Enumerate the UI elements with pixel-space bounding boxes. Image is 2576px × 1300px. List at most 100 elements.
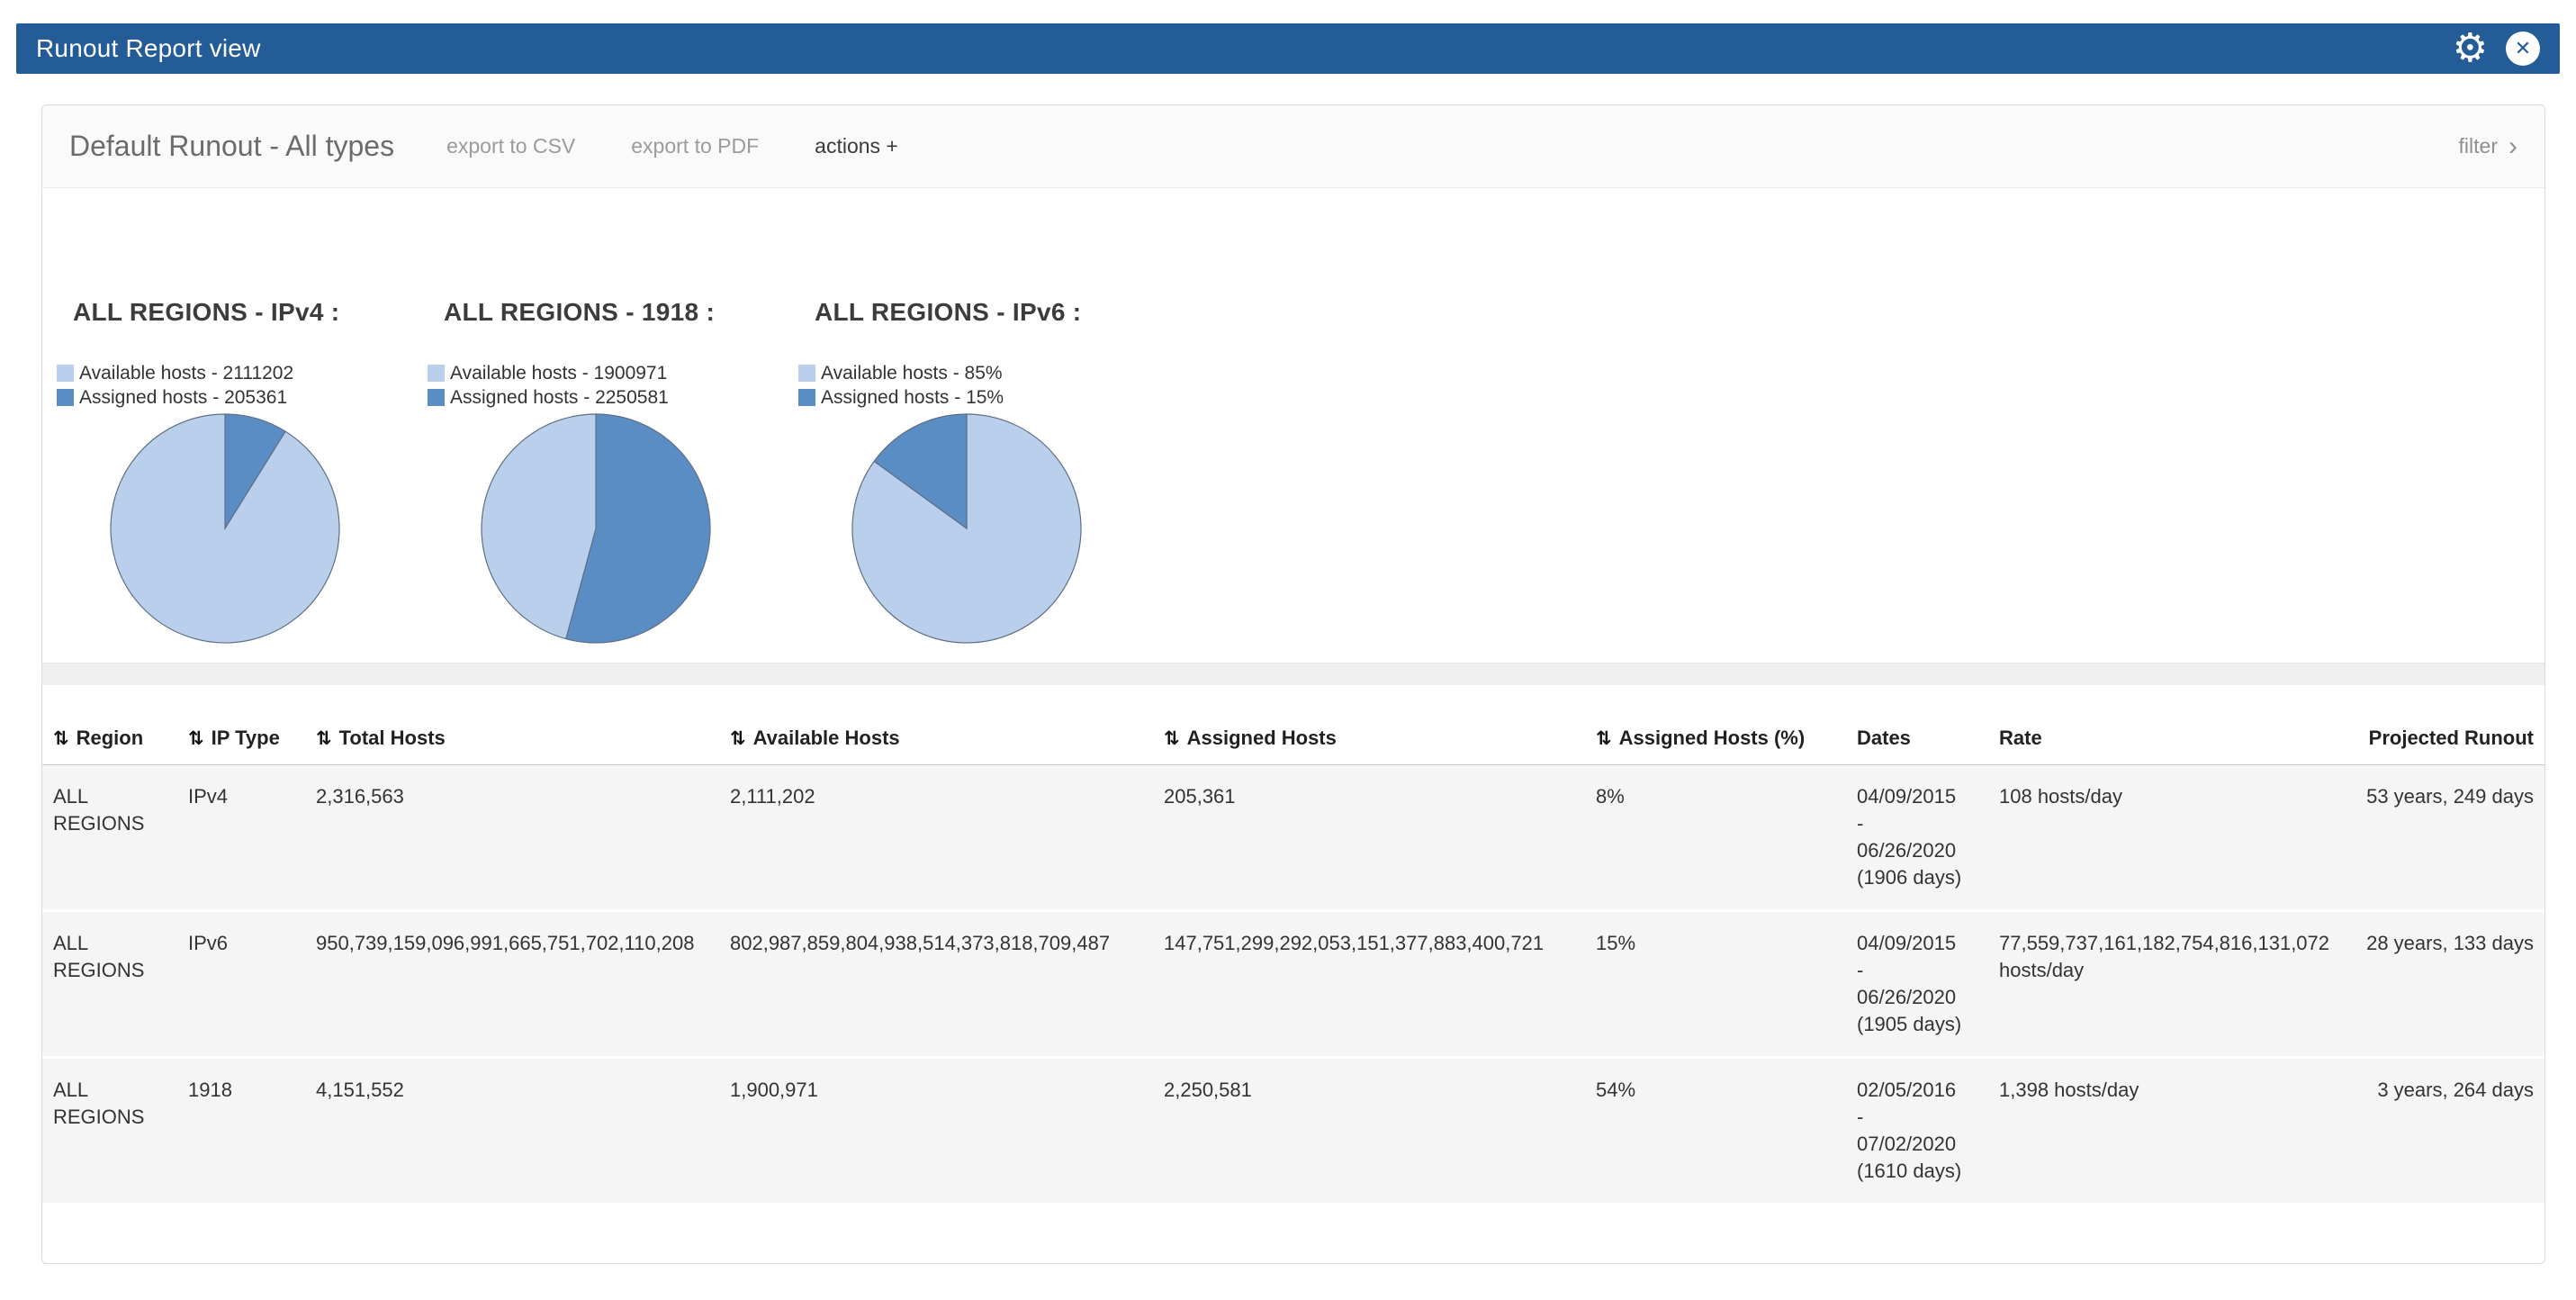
- table-header-row: ⇅ Region ⇅ IP Type ⇅ Total Hosts ⇅ Available…: [42, 716, 2544, 765]
- export-csv-link[interactable]: export to CSV: [446, 134, 575, 158]
- column-header-dates: Dates: [1846, 716, 1988, 765]
- filter-toggle[interactable]: filter ›: [2459, 133, 2517, 160]
- legend-item: Assigned hosts - 2250581: [428, 385, 798, 410]
- cell-total-hosts: 4,151,552: [305, 1058, 719, 1205]
- column-header-rate: Rate: [1988, 716, 2345, 765]
- pie-chart-ipv4: ALL REGIONS - IPv4 : Available hosts - 2…: [57, 298, 428, 645]
- cell-available-hosts: 1,900,971: [719, 1058, 1153, 1205]
- column-header-assigned-hosts-pct[interactable]: ⇅ Assigned Hosts (%): [1585, 716, 1846, 765]
- column-header-available-hosts[interactable]: ⇅ Available Hosts: [719, 716, 1153, 765]
- column-label: Available Hosts: [753, 727, 900, 749]
- column-label: Projected Runout: [2369, 727, 2534, 749]
- legend-swatch-available: [798, 365, 815, 382]
- chart-title: ALL REGIONS - IPv6 :: [815, 298, 1169, 327]
- export-pdf-link[interactable]: export to PDF: [631, 134, 759, 158]
- runout-table: ⇅ Region ⇅ IP Type ⇅ Total Hosts ⇅ Available…: [42, 716, 2544, 1205]
- cell-dates: 02/05/2016 - 07/02/2020 (1610 days): [1846, 1058, 1988, 1205]
- cell-total-hosts: 950,739,159,096,991,665,751,702,110,208: [305, 911, 719, 1058]
- legend-label: Assigned hosts - 15%: [821, 387, 1004, 409]
- sort-icon[interactable]: ⇅: [316, 728, 332, 749]
- table-row-ipv6: ALL REGIONS IPv6 950,739,159,096,991,665…: [42, 911, 2544, 1058]
- legend-label: Assigned hosts - 2250581: [450, 387, 669, 409]
- table-row-1918: ALL REGIONS 1918 4,151,552 1,900,971 2,2…: [42, 1058, 2544, 1205]
- cell-ip-type: IPv4: [177, 765, 305, 911]
- chart-legend: Available hosts - 1900971 Assigned hosts…: [428, 361, 798, 410]
- column-header-ip-type[interactable]: ⇅ IP Type: [177, 716, 305, 765]
- titlebar: Runout Report view ⚙ ✕: [16, 23, 2560, 74]
- cell-projected-runout: 53 years, 249 days: [2345, 765, 2544, 911]
- legend-swatch-assigned: [57, 389, 74, 406]
- cell-assigned-pct: 54%: [1585, 1058, 1846, 1205]
- cell-assigned-pct: 15%: [1585, 911, 1846, 1058]
- legend-label: Available hosts - 2111202: [79, 363, 293, 384]
- cell-assigned-hosts: 147,751,299,292,053,151,377,883,400,721: [1153, 911, 1585, 1058]
- cell-region: ALL REGIONS: [42, 1058, 177, 1205]
- column-label: Dates: [1857, 727, 1911, 749]
- cell-projected-runout: 3 years, 264 days: [2345, 1058, 2544, 1205]
- column-header-total-hosts[interactable]: ⇅ Total Hosts: [305, 716, 719, 765]
- report-toolbar: Default Runout - All types export to CSV…: [42, 105, 2544, 188]
- cell-dates: 04/09/2015 - 06/26/2020 (1906 days): [1846, 765, 1988, 911]
- legend-swatch-assigned: [428, 389, 445, 406]
- table-row-ipv4: ALL REGIONS IPv4 2,316,563 2,111,202 205…: [42, 765, 2544, 911]
- sort-icon[interactable]: ⇅: [188, 728, 204, 749]
- chart-legend: Available hosts - 85% Assigned hosts - 1…: [798, 361, 1169, 410]
- actions-menu-button[interactable]: actions +: [815, 134, 898, 158]
- chart-legend: Available hosts - 2111202 Assigned hosts…: [57, 361, 428, 410]
- cell-region: ALL REGIONS: [42, 911, 177, 1058]
- column-label: IP Type: [212, 727, 280, 749]
- legend-item: Assigned hosts - 15%: [798, 385, 1169, 410]
- cell-total-hosts: 2,316,563: [305, 765, 719, 911]
- cell-assigned-pct: 8%: [1585, 765, 1846, 911]
- pie-chart-1918: ALL REGIONS - 1918 : Available hosts - 1…: [428, 298, 798, 645]
- cell-assigned-hosts: 205,361: [1153, 765, 1585, 911]
- pie-ipv4: [109, 412, 341, 645]
- column-header-assigned-hosts[interactable]: ⇅ Assigned Hosts: [1153, 716, 1585, 765]
- pie-ipv6: [851, 412, 1083, 645]
- window-title: Runout Report view: [36, 34, 261, 63]
- report-title: Default Runout - All types: [69, 130, 394, 163]
- pie-1918: [480, 412, 712, 645]
- titlebar-icons: ⚙ ✕: [2453, 29, 2540, 68]
- filter-label: filter: [2459, 134, 2498, 158]
- section-divider: [42, 663, 2544, 685]
- legend-label: Available hosts - 85%: [821, 363, 1003, 384]
- sort-icon[interactable]: ⇅: [1164, 728, 1180, 749]
- cell-rate: 1,398 hosts/day: [1988, 1058, 2345, 1205]
- legend-label: Available hosts - 1900971: [450, 363, 667, 384]
- legend-swatch-available: [57, 365, 74, 382]
- cell-ip-type: 1918: [177, 1058, 305, 1205]
- pie-chart-ipv6: ALL REGIONS - IPv6 : Available hosts - 8…: [798, 298, 1169, 645]
- column-label: Assigned Hosts: [1187, 727, 1337, 749]
- cell-dates: 04/09/2015 - 06/26/2020 (1905 days): [1846, 911, 1988, 1058]
- cell-available-hosts: 2,111,202: [719, 765, 1153, 911]
- legend-item: Available hosts - 2111202: [57, 361, 428, 385]
- cell-available-hosts: 802,987,859,804,938,514,373,818,709,487: [719, 911, 1153, 1058]
- legend-swatch-assigned: [798, 389, 815, 406]
- legend-swatch-available: [428, 365, 445, 382]
- legend-label: Assigned hosts - 205361: [79, 387, 287, 409]
- legend-item: Available hosts - 85%: [798, 361, 1169, 385]
- report-panel: Default Runout - All types export to CSV…: [41, 104, 2545, 1264]
- column-header-projected-runout: Projected Runout: [2345, 716, 2544, 765]
- close-icon[interactable]: ✕: [2506, 32, 2540, 66]
- cell-assigned-hosts: 2,250,581: [1153, 1058, 1585, 1205]
- chevron-right-icon: ›: [2508, 133, 2517, 160]
- cell-projected-runout: 28 years, 133 days: [2345, 911, 2544, 1058]
- cell-rate: 108 hosts/day: [1988, 765, 2345, 911]
- column-label: Region: [77, 727, 144, 749]
- column-label: Total Hosts: [339, 727, 446, 749]
- sort-icon[interactable]: ⇅: [730, 728, 746, 749]
- column-label: Assigned Hosts (%): [1619, 727, 1806, 749]
- cell-ip-type: IPv6: [177, 911, 305, 1058]
- legend-item: Assigned hosts - 205361: [57, 385, 428, 410]
- chart-title: ALL REGIONS - IPv4 :: [73, 298, 428, 327]
- chart-title: ALL REGIONS - 1918 :: [444, 298, 798, 327]
- legend-item: Available hosts - 1900971: [428, 361, 798, 385]
- column-label: Rate: [1999, 727, 2042, 749]
- column-header-region[interactable]: ⇅ Region: [42, 716, 177, 765]
- cell-region: ALL REGIONS: [42, 765, 177, 911]
- sort-icon[interactable]: ⇅: [1596, 728, 1612, 749]
- sort-icon[interactable]: ⇅: [53, 728, 69, 749]
- settings-gear-icon[interactable]: ⚙: [2453, 29, 2488, 68]
